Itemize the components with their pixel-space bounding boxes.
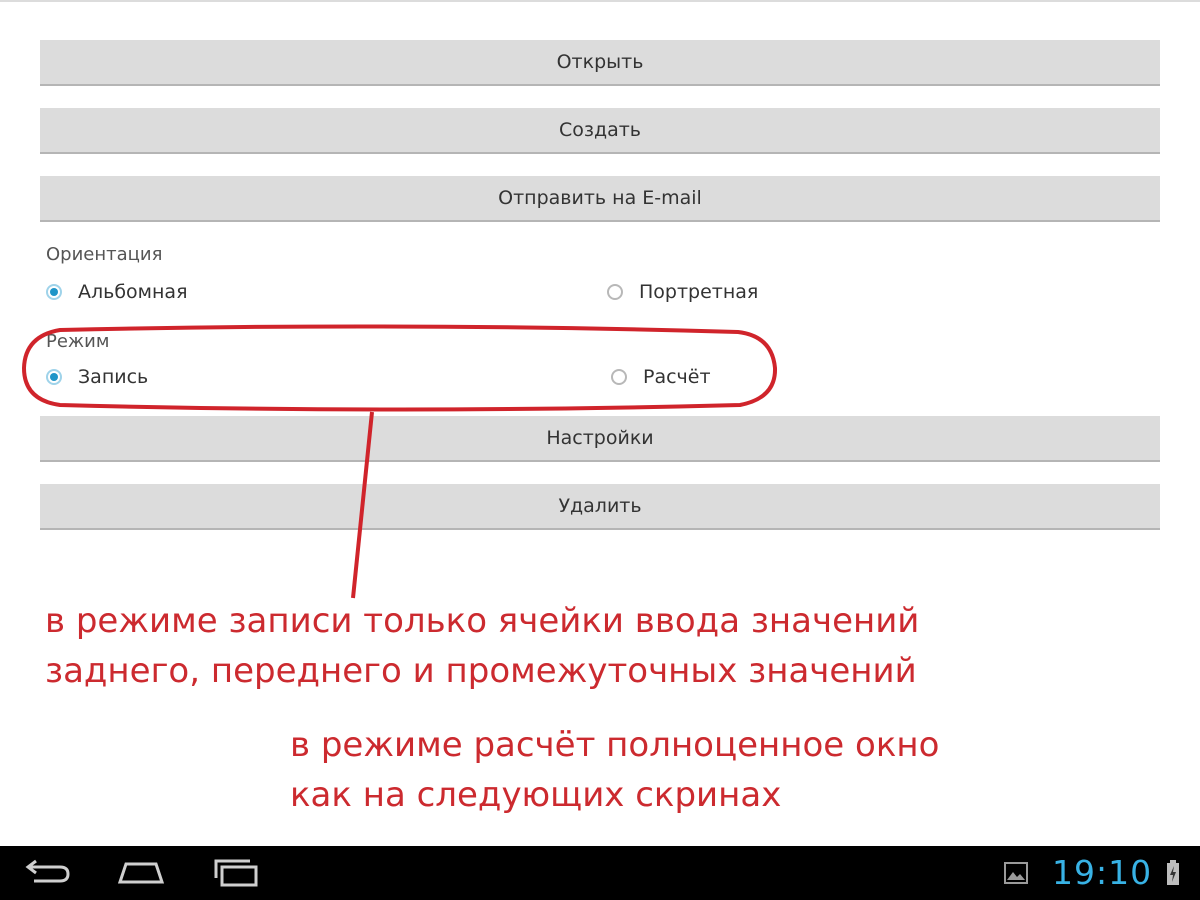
annotation-text-line3: в режиме расчёт полноценное окно <box>290 725 940 765</box>
annotation-text-line4: как на следующих скринах <box>290 775 782 815</box>
status-time: 19:10 <box>1052 853 1153 892</box>
annotation-text-line2: заднего, переднего и промежуточных значе… <box>45 651 917 691</box>
home-icon[interactable] <box>114 858 168 888</box>
annotation-text-line1: в режиме записи только ячейки ввода знач… <box>45 601 920 641</box>
gallery-notification-icon <box>1004 862 1028 884</box>
back-icon[interactable] <box>20 858 74 888</box>
system-nav-bar: 19:10 <box>0 846 1200 900</box>
annotation-pointer-line <box>351 411 374 599</box>
recent-apps-icon[interactable] <box>210 858 264 888</box>
annotation-ellipse <box>21 324 778 412</box>
battery-icon <box>1167 860 1179 885</box>
